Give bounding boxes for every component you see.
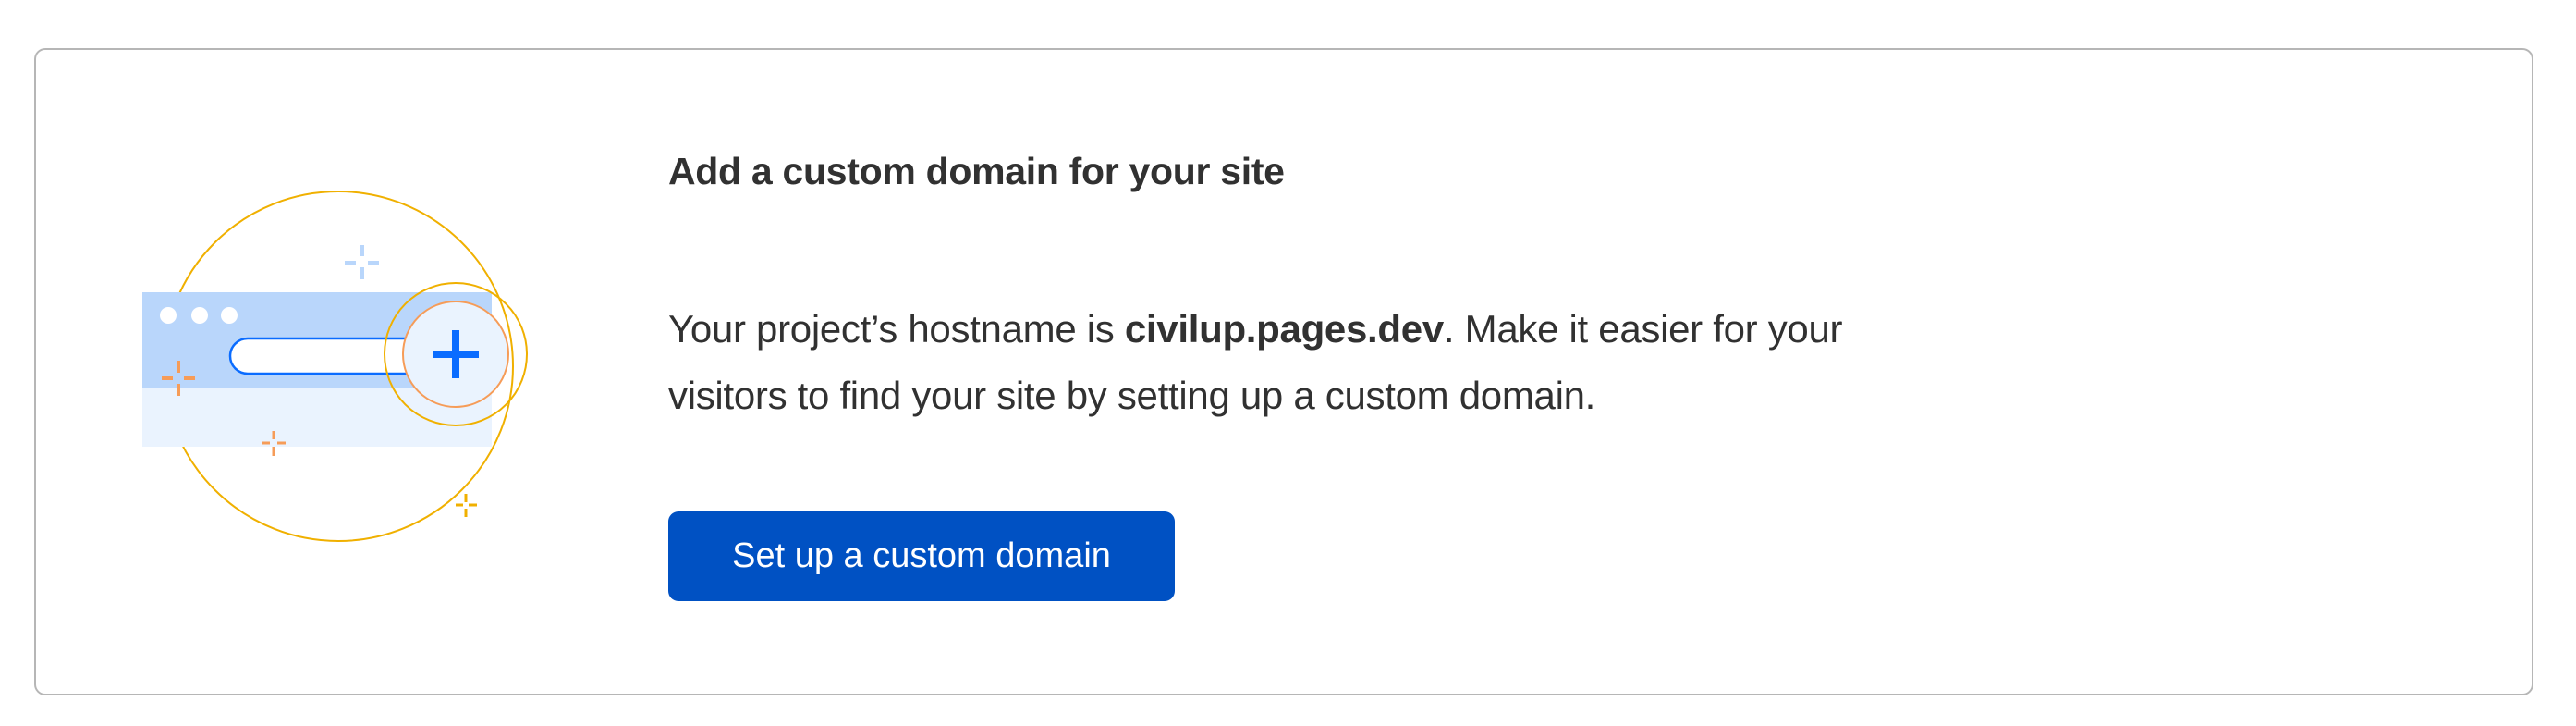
sparkle-icon (345, 245, 379, 279)
window-dot-icon (160, 307, 177, 324)
window-dot-icon (191, 307, 208, 324)
card-description: Your project’s hostname is civilup.pages… (668, 296, 1843, 429)
description-line-2: visitors to find your site by setting up… (668, 374, 1596, 417)
set-up-custom-domain-button[interactable]: Set up a custom domain (668, 511, 1175, 601)
description-suffix: . Make it easier for your (1443, 307, 1843, 351)
sparkle-icon (456, 494, 477, 517)
description-prefix: Your project’s hostname is (668, 307, 1125, 351)
project-hostname: civilup.pages.dev (1124, 307, 1444, 351)
card-title: Add a custom domain for your site (668, 150, 1285, 192)
add-domain-illustration (142, 191, 528, 542)
window-dot-icon (221, 307, 238, 324)
